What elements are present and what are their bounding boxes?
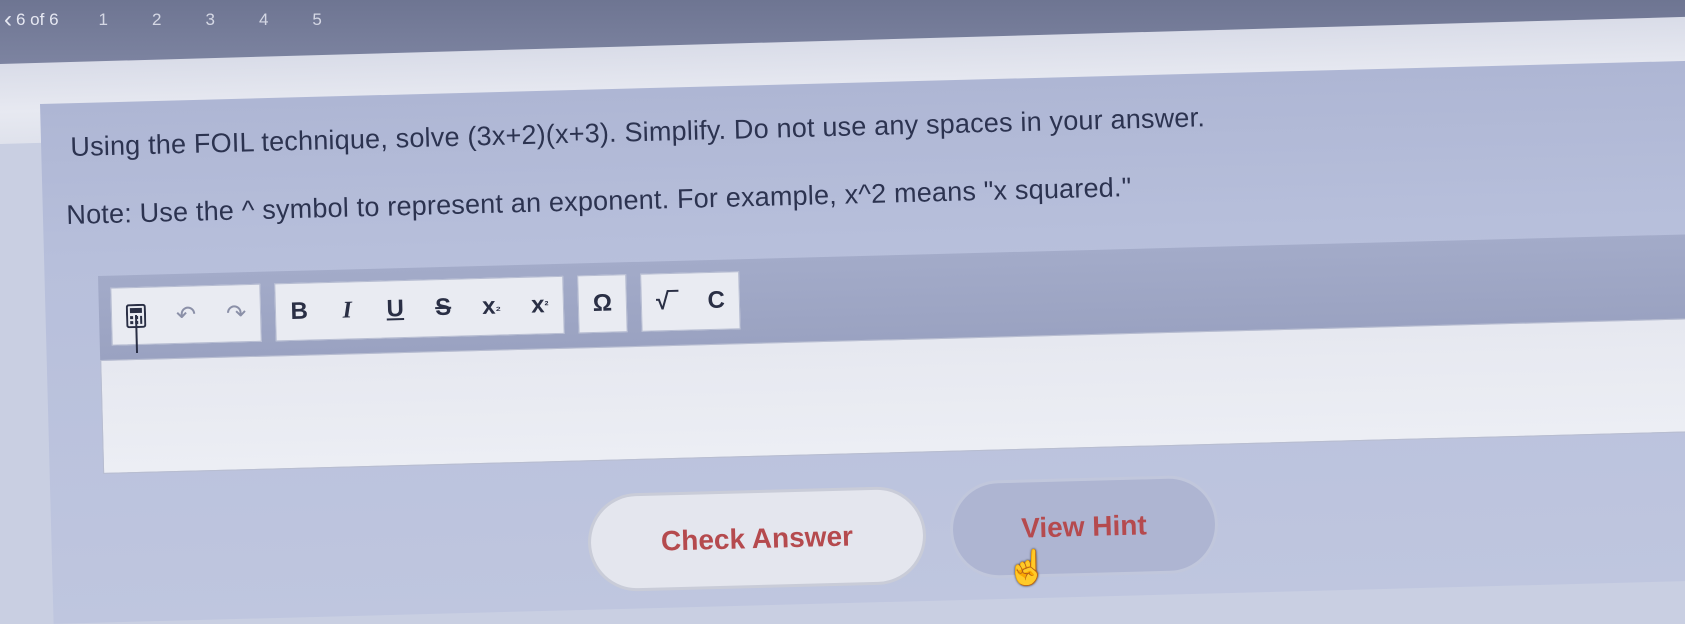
view-hint-button[interactable]: View Hint bbox=[948, 474, 1220, 580]
question-navigation: ‹ 6 of 6 1 2 3 4 5 bbox=[0, 0, 322, 40]
sqrt-button[interactable]: √‾ bbox=[656, 282, 678, 323]
page-link-4[interactable]: 4 bbox=[259, 10, 268, 30]
page-link-3[interactable]: 3 bbox=[205, 10, 214, 30]
subscript-label: x bbox=[481, 292, 496, 320]
bold-button[interactable]: B bbox=[290, 292, 309, 332]
answer-editor: ↶ ↷ B I U S x₂ x² Ω √‾ C bbox=[98, 233, 1685, 474]
check-answer-button[interactable]: Check Answer bbox=[586, 485, 928, 593]
underline-button[interactable]: U bbox=[386, 289, 405, 329]
hand-cursor-icon: ☝ bbox=[1006, 549, 1049, 587]
subscript-button[interactable]: x₂ bbox=[482, 286, 502, 326]
strikethrough-button[interactable]: S bbox=[434, 288, 453, 328]
page-link-2[interactable]: 2 bbox=[152, 10, 161, 30]
toolbar-group-symbols: Ω bbox=[577, 274, 628, 334]
toolbar-group-history: ↶ ↷ bbox=[110, 283, 262, 346]
question-counter: 6 of 6 bbox=[16, 10, 59, 29]
undo-icon[interactable]: ↶ bbox=[176, 294, 197, 335]
redo-icon[interactable]: ↷ bbox=[226, 293, 247, 334]
toolbar-group-format: B I U S x₂ x² bbox=[274, 275, 565, 342]
page-link-1[interactable]: 1 bbox=[99, 10, 108, 30]
toolbar-group-math: √‾ C bbox=[640, 271, 741, 332]
page-list: 1 2 3 4 5 bbox=[99, 10, 322, 30]
page-link-5[interactable]: 5 bbox=[312, 10, 321, 30]
omega-button[interactable]: Ω bbox=[592, 284, 612, 324]
italic-button[interactable]: I bbox=[338, 290, 357, 330]
superscript-label: x bbox=[530, 291, 545, 319]
chevron-left-icon[interactable]: ‹ bbox=[4, 6, 12, 34]
superscript-button[interactable]: x² bbox=[530, 285, 549, 325]
subscript-marker: ₂ bbox=[495, 299, 502, 314]
special-characters-button[interactable]: C bbox=[707, 281, 726, 321]
superscript-marker: ² bbox=[544, 298, 549, 313]
